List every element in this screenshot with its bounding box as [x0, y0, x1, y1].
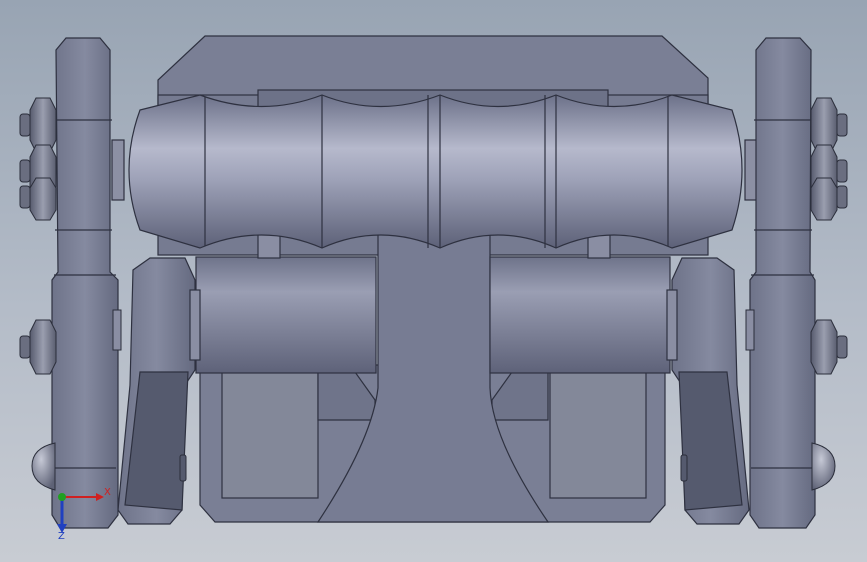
triad-z-label: Z	[58, 531, 65, 542]
right-inner-arm[interactable]	[666, 257, 750, 525]
left-hex-nuts[interactable]	[19, 97, 57, 375]
triad-y-axis-icon	[58, 493, 66, 501]
right-side-plate[interactable]	[749, 37, 816, 529]
assembly-model[interactable]	[0, 0, 867, 562]
triad-x-label: X	[104, 487, 111, 498]
cad-graphics-viewport[interactable]: X Z	[0, 0, 867, 562]
grooved-roller[interactable]	[111, 94, 758, 249]
right-hex-nuts[interactable]	[810, 97, 848, 375]
left-side-plate[interactable]	[51, 37, 119, 529]
left-inner-arm[interactable]	[117, 257, 201, 525]
